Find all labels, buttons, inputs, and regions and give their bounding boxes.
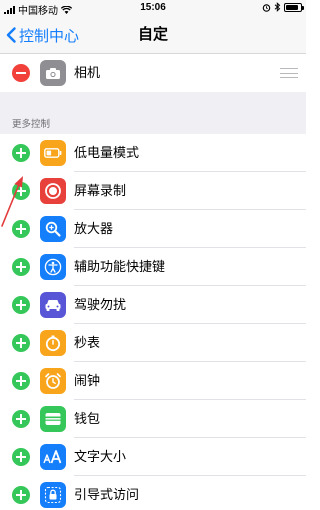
add-control-button[interactable] bbox=[12, 296, 30, 314]
list-item-label: 钱包 bbox=[74, 411, 101, 426]
battery-level bbox=[286, 4, 298, 10]
screen-record-icon bbox=[40, 178, 66, 204]
list-item-label: 闹钟 bbox=[74, 373, 101, 388]
text-size-icon bbox=[40, 444, 66, 470]
magnifier-icon bbox=[40, 216, 66, 242]
guided-access-lock-icon bbox=[40, 482, 66, 508]
list-item-low-power-mode: 低电量模式 bbox=[0, 134, 306, 172]
add-control-button[interactable] bbox=[12, 334, 30, 352]
add-control-button[interactable] bbox=[12, 486, 30, 504]
list-item-magnifier: 放大器 bbox=[0, 210, 306, 248]
settings-list: 相机 更多控制 低电量模式 屏幕录制 放大器 辅助功能快捷键 驾驶勿扰 秒表 闹… bbox=[0, 54, 306, 510]
list-item-label: 辅助功能快捷键 bbox=[74, 259, 166, 274]
battery-icon bbox=[284, 2, 304, 12]
add-control-button[interactable] bbox=[12, 220, 30, 238]
list-item-do-not-disturb-while-driving: 驾驶勿扰 bbox=[0, 286, 306, 324]
list-item-alarm: 闹钟 bbox=[0, 362, 306, 400]
list-item-wallet: 钱包 bbox=[0, 400, 306, 438]
list-item-guided-access: 引导式访问 bbox=[0, 476, 306, 510]
reorder-handle-icon[interactable] bbox=[280, 68, 298, 78]
car-icon bbox=[40, 292, 66, 318]
alarm-clock-icon bbox=[40, 368, 66, 394]
navigation-bar: 控制中心 自定 bbox=[0, 16, 306, 54]
status-time: 15:06 bbox=[140, 2, 166, 13]
list-item-label: 秒表 bbox=[74, 335, 101, 350]
list-item-label: 相机 bbox=[74, 65, 101, 80]
accessibility-icon bbox=[40, 254, 66, 280]
add-control-button[interactable] bbox=[12, 448, 30, 466]
list-item-camera: 相机 bbox=[0, 54, 306, 92]
alarm-indicator-icon bbox=[262, 3, 271, 12]
status-right bbox=[262, 2, 304, 12]
camera-icon bbox=[40, 60, 66, 86]
list-item-accessibility-shortcut: 辅助功能快捷键 bbox=[0, 248, 306, 286]
list-item-label: 引导式访问 bbox=[74, 487, 140, 502]
section-header-more-controls: 更多控制 bbox=[12, 119, 51, 130]
add-control-button[interactable] bbox=[12, 258, 30, 276]
wallet-icon bbox=[40, 406, 66, 432]
list-item-label: 低电量模式 bbox=[74, 145, 140, 160]
list-item-label: 驾驶勿扰 bbox=[74, 297, 127, 312]
list-item-label: 屏幕录制 bbox=[74, 183, 127, 198]
add-control-button[interactable] bbox=[12, 182, 30, 200]
list-item-label: 放大器 bbox=[74, 221, 114, 236]
page-title: 自定 bbox=[137, 26, 168, 43]
remove-control-button[interactable] bbox=[12, 64, 30, 82]
stopwatch-icon bbox=[40, 330, 66, 356]
list-item-label: 文字大小 bbox=[74, 449, 127, 464]
list-item-text-size: 文字大小 bbox=[0, 438, 306, 476]
low-power-icon bbox=[40, 140, 66, 166]
add-control-button[interactable] bbox=[12, 372, 30, 390]
list-item-screen-recording: 屏幕录制 bbox=[0, 172, 306, 210]
list-item-stopwatch: 秒表 bbox=[0, 324, 306, 362]
add-control-button[interactable] bbox=[12, 410, 30, 428]
bluetooth-icon bbox=[274, 2, 281, 12]
status-bar: 中国移动 15:06 bbox=[0, 0, 306, 17]
add-control-button[interactable] bbox=[12, 144, 30, 162]
